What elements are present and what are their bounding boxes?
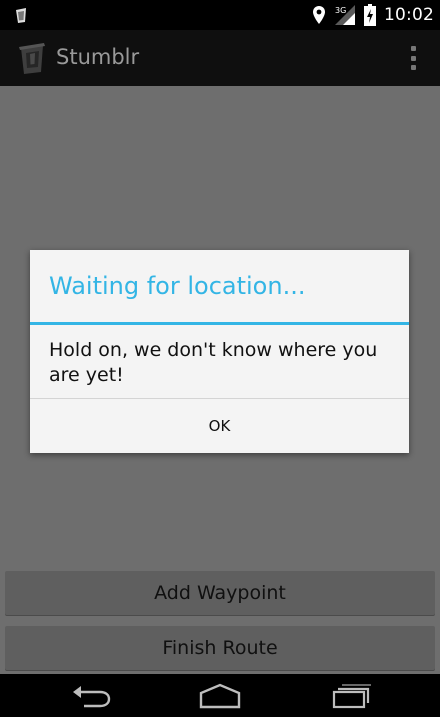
status-time: 10:02 (384, 5, 434, 25)
trash-can-app-icon[interactable] (15, 40, 49, 76)
overflow-dot (410, 46, 416, 51)
overflow-dot (410, 65, 416, 70)
location-dialog: Waiting for location... Hold on, we don'… (30, 250, 409, 453)
battery-charging-icon (364, 4, 376, 26)
home-icon (199, 683, 241, 708)
status-bar: 3G 10:02 (0, 0, 440, 30)
finish-route-button[interactable]: Finish Route (5, 626, 435, 670)
add-waypoint-button[interactable]: Add Waypoint (5, 571, 435, 615)
overflow-dot (410, 55, 416, 61)
back-button[interactable] (46, 674, 136, 717)
dialog-message: Hold on, we don't know where you are yet… (49, 339, 378, 386)
navigation-bar (0, 674, 440, 717)
home-button[interactable] (175, 674, 265, 717)
device-screen: 3G 10:02 Stumblr Add Waypoint Finish Rou (0, 0, 440, 717)
location-pin-icon (313, 6, 325, 24)
notification-app-icon (16, 8, 26, 23)
dialog-ok-button[interactable]: OK (30, 399, 409, 453)
dialog-title: Waiting for location... (49, 272, 306, 300)
signal-icon: 3G (335, 5, 355, 25)
recents-icon (332, 683, 371, 708)
back-icon (73, 685, 111, 707)
dialog-title-divider (30, 322, 409, 325)
status-icons: 3G 10:02 (312, 0, 434, 30)
overflow-menu-icon[interactable] (406, 44, 420, 72)
app-title: Stumblr (56, 45, 140, 69)
action-bar: Stumblr (0, 30, 440, 86)
network-type-label: 3G (335, 6, 346, 15)
recents-button[interactable] (306, 674, 396, 717)
